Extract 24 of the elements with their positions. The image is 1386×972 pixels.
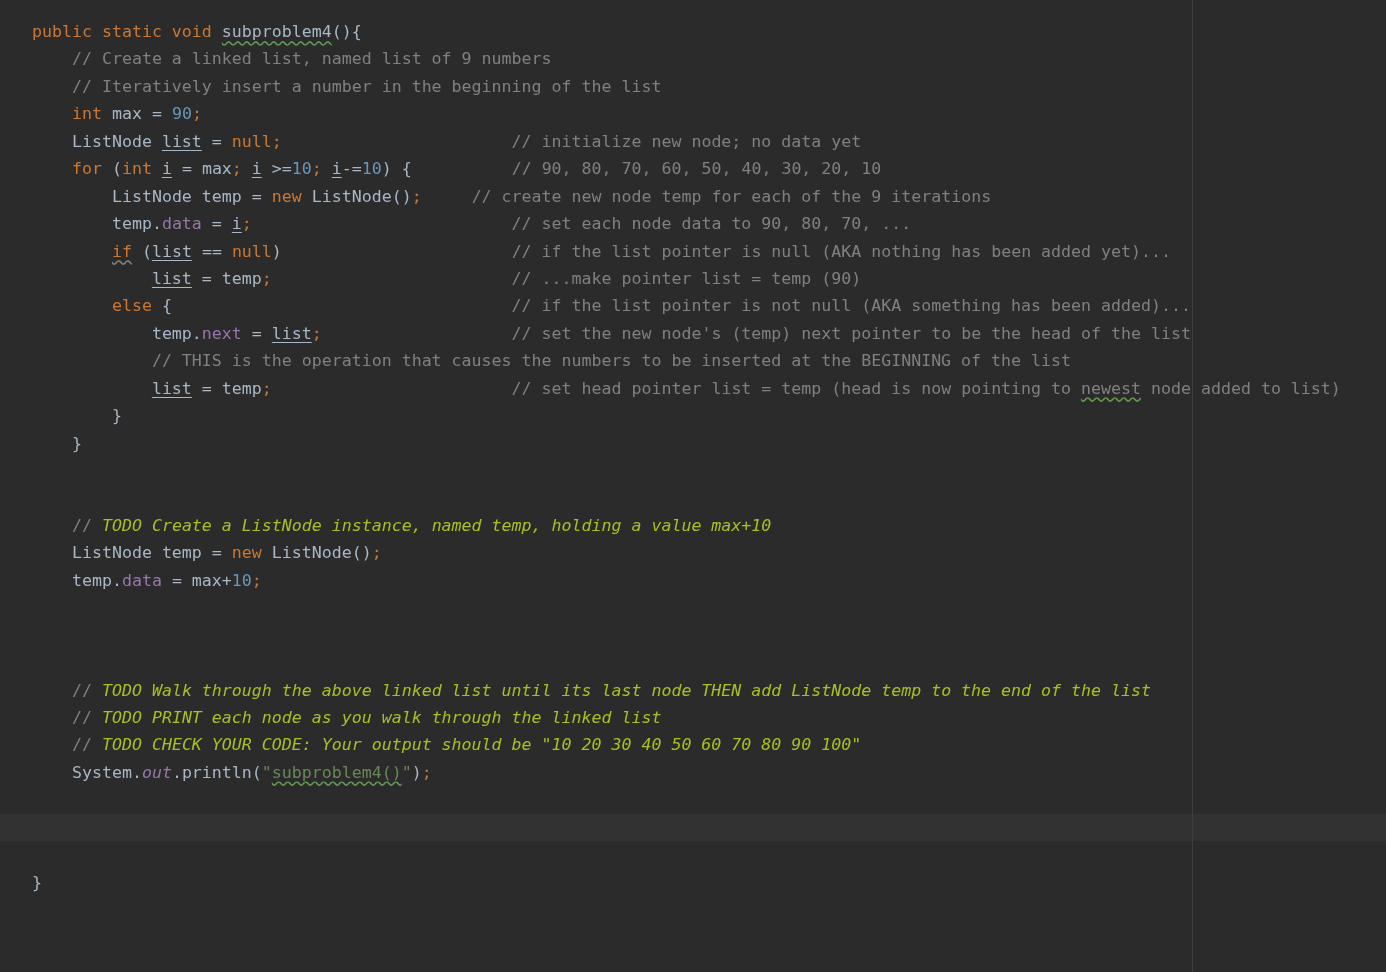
code-line: list = temp; // ...make pointer list = temp (90) — [150, 267, 863, 290]
code-line: // TODO Create a ListNode instance, named temp, holding a value max+10 — [70, 514, 773, 537]
code-line: temp.data = i; // set each node data to 90, 80, 70, ... — [110, 213, 913, 236]
code-line: for (int i = max; i >=10; i-=10) { // 90, 80, 70, 60, 50, 40, 30, 20, 10 — [70, 158, 883, 181]
code-line: int max = 90; — [70, 103, 203, 126]
code-line: // TODO PRINT each node as you walk through the linked list — [70, 706, 663, 729]
code-line: } — [110, 405, 123, 428]
code-line: ListNode temp = new ListNode(); // create new node temp for each of the 9 iterations — [110, 185, 993, 208]
code-line: list = temp; // set head pointer list = temp (head is now pointing to newest node added to list) — [150, 377, 1342, 400]
code-line: temp.next = list; // set the new node's (temp) next pointer to be the head of the list — [150, 322, 1192, 345]
code-line: } — [70, 432, 83, 455]
code-line: } — [31, 871, 43, 894]
code-line: ListNode temp = new ListNode(); — [70, 542, 383, 565]
code-line: // THIS is the operation that causes the numbers to be inserted at the BEGINNING of the list — [150, 350, 1072, 373]
code-line: else { // if the list pointer is not null (AKA something has been added)... — [110, 295, 1192, 318]
code-line: // TODO CHECK YOUR CODE: Your output should be "10 20 30 40 50 60 70 80 90 100" — [70, 734, 863, 757]
code-line: // Create a linked list, named list of 9 numbers — [70, 48, 553, 71]
code-line: // TODO Walk through the above linked list until its last node THEN add ListNode temp to the end of the list — [70, 679, 1152, 702]
code-line: if (list == null) // if the list pointer is null (AKA nothing has been added yet)... — [110, 240, 1172, 263]
code-line: ListNode list = null; // initialize new node; no data yet — [70, 130, 863, 153]
code-line: public static void subproblem4(){ — [31, 21, 363, 43]
code-line: System.out.println("subproblem4()"); — [70, 761, 433, 784]
code-line: // Iteratively insert a number in the beginning of the list — [70, 75, 663, 98]
code-line: temp.data = max+10; — [70, 569, 263, 592]
